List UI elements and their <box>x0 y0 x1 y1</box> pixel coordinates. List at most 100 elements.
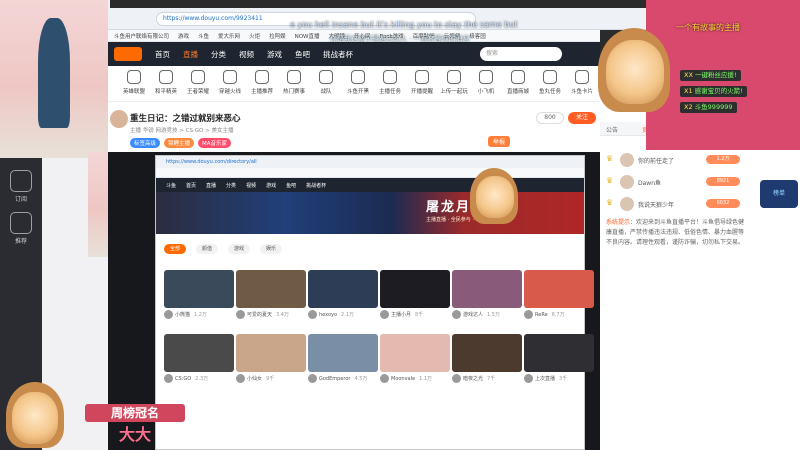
stream-card-info[interactable]: CS:GO 2.3万 <box>164 374 234 388</box>
viewer-count: 1.5万 <box>487 312 500 318</box>
bookmark-item[interactable]: 火炬 <box>249 32 260 40</box>
category-label: 斗鱼卡片 <box>570 89 593 95</box>
nav-video[interactable]: 视频 <box>239 49 254 60</box>
stream-card-info[interactable]: hexoyo 2.1万 <box>308 310 378 324</box>
category-icon <box>415 70 429 84</box>
weekly-rank-user: 大大 <box>118 425 151 444</box>
room-meta: 主播 华锐 网游竞技 > CS:GO > 美女主播 <box>130 128 234 134</box>
stream-thumbnail[interactable] <box>524 270 594 308</box>
streamer-name: ReRe <box>535 312 548 318</box>
bookmark-item[interactable]: 游戏 <box>178 32 189 40</box>
inner-nav-item: 挑战者杯 <box>306 182 327 189</box>
stream-card-info[interactable]: 小仙女 9千 <box>236 374 306 388</box>
category-icon <box>447 70 461 84</box>
stream-card-info[interactable]: 游戏达人 1.5万 <box>452 310 522 324</box>
filter-pill[interactable]: 娱乐 <box>260 244 283 254</box>
inner-nav-item: 首页 <box>186 182 197 189</box>
inner-nav-item: 鱼吧 <box>286 182 297 189</box>
inner-nav-item: 视频 <box>246 182 257 189</box>
crown-icon: ♛ <box>606 154 614 163</box>
room-tag[interactable]: 锦鲤主播 <box>164 138 195 148</box>
rank-badge[interactable]: 榜单 <box>760 180 798 208</box>
bookmark-item[interactable]: 爱大乐网 <box>218 32 240 40</box>
side-item-subscribe[interactable]: 订阅 <box>0 194 42 203</box>
streamer-name: hexoyo <box>319 312 338 318</box>
streamer-name: GodEmperor <box>319 376 351 382</box>
filter-pill[interactable]: 游戏 <box>228 244 251 254</box>
rank-tab[interactable]: 公告 <box>606 125 618 134</box>
inner-nav-item: 游戏 <box>266 182 277 189</box>
category-label: 开播提醒 <box>410 89 433 95</box>
filter-pill[interactable]: 全部 <box>164 244 187 254</box>
stream-thumbnail[interactable] <box>380 334 450 372</box>
avatar <box>236 374 245 383</box>
bookmark-item[interactable]: NOW直播 <box>295 32 320 40</box>
viewer-count: 2.3万 <box>195 376 209 382</box>
stream-thumbnail[interactable] <box>236 270 306 308</box>
nav-challenge[interactable]: 挑战者杯 <box>323 49 353 60</box>
bookmark-item[interactable]: 极客园 <box>469 32 486 40</box>
avatar <box>308 310 317 319</box>
filter-row: 全部 颜值 游戏 娱乐 <box>156 236 584 262</box>
search-input[interactable]: 搜索 <box>480 47 562 61</box>
stream-thumbnail[interactable] <box>380 270 450 308</box>
category-icon <box>351 70 365 84</box>
side-item-recommend[interactable]: 推荐 <box>0 236 42 245</box>
bookmark-item[interactable]: 拉阿娱 <box>269 32 286 40</box>
avatar <box>164 310 173 319</box>
room-tag[interactable]: MA音乐家 <box>198 138 232 148</box>
stream-thumbnail[interactable] <box>524 334 594 372</box>
stream-card-info[interactable]: 可爱的夏天 3.4万 <box>236 310 306 324</box>
inner-nav-item: 斗鱼 <box>166 182 177 189</box>
mascot-character <box>606 40 664 104</box>
nav-yuba[interactable]: 鱼吧 <box>295 49 310 60</box>
category-icon <box>319 70 333 84</box>
stream-thumbnail[interactable] <box>452 334 522 372</box>
stream-card-info[interactable]: 主播小月 8千 <box>380 310 450 324</box>
stream-card-info[interactable]: 上次直播 3千 <box>524 374 594 388</box>
stream-card-info[interactable]: 暗夜之光 7千 <box>452 374 522 388</box>
category-label: 鱼丸任务 <box>538 89 561 95</box>
category-bar: 英雄联盟 和平精英 王者荣耀 穿越火线 主播推荐 热门赛事 战队 斗鱼开黑 主播任务 开播提醒 上传… <box>108 66 600 102</box>
stream-thumbnail[interactable] <box>308 334 378 372</box>
nav-home[interactable]: 首页 <box>155 49 170 60</box>
filter-pill[interactable]: 颜值 <box>196 244 219 254</box>
avatar <box>452 310 461 319</box>
crown-icon: ♛ <box>606 176 614 185</box>
streamer-name: 可爱的夏天 <box>247 312 273 318</box>
nav-live[interactable]: 直播 <box>183 49 198 60</box>
category-label: 小飞机 <box>477 89 495 95</box>
subscribe-icon[interactable] <box>10 170 32 192</box>
mascot-character-bottom <box>12 392 58 444</box>
category-label: 直播商城 <box>506 89 529 95</box>
site-navbar: 首页 直播 分类 视频 游戏 鱼吧 挑战者杯 搜索 <box>108 42 600 66</box>
chat-message: X2 斗鱼999999 <box>680 102 737 113</box>
rank-item[interactable]: ♛ 你的前任走了 1.2万 <box>606 150 794 170</box>
stream-thumbnail[interactable] <box>452 270 522 308</box>
bookmark-item[interactable]: 斗鱼 <box>198 32 209 40</box>
streamer-figure <box>38 18 70 128</box>
douyu-logo[interactable] <box>114 47 142 61</box>
room-tag[interactable]: 标签高级 <box>130 138 161 148</box>
system-message: 系统提示：欢迎来到斗鱼直播平台！斗鱼倡导绿色健康直播，严禁传播违法违规、低俗色情… <box>606 218 746 248</box>
stream-thumbnail[interactable] <box>308 270 378 308</box>
shared-screen: https://www.douyu.com/directory/all 斗鱼 首页… <box>155 155 594 450</box>
nav-category[interactable]: 分类 <box>211 49 226 60</box>
stream-card-info[interactable]: 小熊猫 1.2万 <box>164 310 234 324</box>
viewer-count: 4.5万 <box>354 376 368 382</box>
nav-game[interactable]: 游戏 <box>267 49 282 60</box>
category-label: 英雄联盟 <box>122 89 145 95</box>
subscribe-button[interactable]: 关注 <box>568 112 596 124</box>
report-button[interactable]: 举报 <box>488 136 511 147</box>
category-item[interactable]: 斗鱼卡片 <box>562 70 602 95</box>
stream-thumbnail[interactable] <box>236 334 306 372</box>
bookmark-item[interactable]: 斗鱼用户联络有限公司 <box>114 32 169 40</box>
recommend-icon[interactable] <box>10 212 32 234</box>
streamer-name: 上次直播 <box>535 376 556 382</box>
stream-thumbnail[interactable] <box>164 334 234 372</box>
streamer-avatar[interactable] <box>110 110 128 128</box>
stream-card-info[interactable]: ReRe 6.7万 <box>524 310 594 324</box>
stream-card-info[interactable]: GodEmperor 4.5万 <box>308 374 378 388</box>
stream-thumbnail[interactable] <box>164 270 234 308</box>
stream-card-info[interactable]: Moonvale 1.1万 <box>380 374 450 388</box>
